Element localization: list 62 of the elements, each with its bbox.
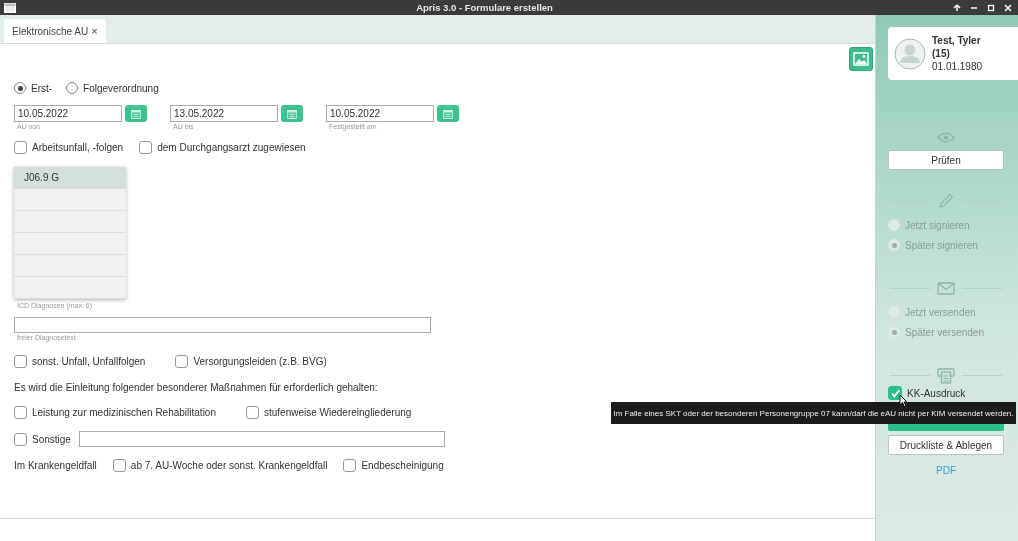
checkbox-label: sonst. Unfall, Unfallfolgen <box>32 356 146 367</box>
close-icon[interactable] <box>1004 3 1012 12</box>
print-list-button[interactable]: Druckliste & Ablegen <box>888 435 1004 455</box>
checkbox[interactable] <box>14 355 27 368</box>
checkbox[interactable] <box>246 406 259 419</box>
radio-label: Später signieren <box>905 239 978 251</box>
diagnosis-item[interactable]: J06.9 G <box>14 167 126 189</box>
checkbox[interactable] <box>888 386 902 400</box>
avatar-icon <box>894 37 926 70</box>
maximize-arrow-icon[interactable] <box>953 3 961 12</box>
check-button[interactable]: Prüfen <box>888 150 1004 170</box>
window-icon <box>4 2 16 13</box>
printer-icon <box>937 366 955 384</box>
calendar-button[interactable] <box>125 105 147 122</box>
date-field[interactable]: 10.05.2022 <box>14 105 122 122</box>
radio-label: Erst- <box>31 82 53 94</box>
date-field[interactable]: 10.05.2022 <box>326 105 434 122</box>
diagnosis-text-field[interactable] <box>14 317 431 333</box>
mouse-pointer-icon <box>899 394 908 408</box>
checkbox[interactable] <box>14 141 27 154</box>
checkbox-label: Endbescheinigung <box>361 460 444 471</box>
birth-date: 01.01.1980 <box>932 60 983 73</box>
checkbox-label: dem Durchgangsarzt zugewiesen <box>157 142 306 153</box>
image-button[interactable] <box>849 47 873 71</box>
checkbox[interactable] <box>112 459 126 472</box>
patient-name: Test, Tyler <box>932 34 982 47</box>
close-tab-icon[interactable]: × <box>91 25 98 37</box>
patient-number: (15) <box>932 47 951 60</box>
calendar-icon <box>287 108 297 119</box>
checkbox-label: stufenweise Wiedereingliederung <box>264 407 412 418</box>
checkbox[interactable] <box>139 141 153 154</box>
measures-text: Es wird die Einleitung folgender besonderer Maßnahmen für erforderlich gehalten: <box>14 382 378 393</box>
calendar-icon <box>443 108 453 119</box>
checkbox-label: Sonstige <box>32 433 71 445</box>
radio-label: Jetzt signieren <box>905 219 970 231</box>
radio-label: Jetzt versenden <box>905 306 976 318</box>
window-title: Apris 3.0 - Formulare erstellen <box>415 2 554 13</box>
tooltip: Im Falle eines SKT oder der besonderen Personengruppe 07 kann/darf die eAU nicht per KIM versendet werden. <box>611 402 1016 424</box>
checkbox-label: KK-Ausdruck <box>907 387 966 399</box>
radio-label: Folgeverordnung <box>83 82 159 94</box>
radio-button[interactable] <box>66 82 79 94</box>
text-field[interactable] <box>78 431 445 447</box>
eye-icon <box>937 131 955 143</box>
checkbox[interactable] <box>14 406 27 419</box>
calendar-button[interactable] <box>281 105 303 122</box>
radio-label: Später versenden <box>905 326 984 338</box>
checkbox[interactable] <box>175 355 189 368</box>
checkbox-label: Arbeitsunfall, -folgen <box>32 142 124 153</box>
section-label: Im Krankengeldfall <box>14 460 97 471</box>
tab[interactable]: Elektronische AU × <box>4 19 106 43</box>
radio-button[interactable] <box>14 82 26 94</box>
checkbox-label: ab 7. AU-Woche oder sonst. Krankengeldfall <box>130 460 328 471</box>
pencil-icon <box>938 193 954 209</box>
checkbox-label: Versorgungsleiden (z.B. BVG) <box>193 356 327 367</box>
date-field[interactable]: 13.05.2022 <box>170 105 278 122</box>
calendar-icon <box>131 108 141 119</box>
checkbox-label: Leistung zur medizinischen Rehabilitation <box>32 407 216 418</box>
calendar-button[interactable] <box>437 105 459 122</box>
checkbox[interactable] <box>343 459 357 472</box>
restore-icon[interactable] <box>987 3 995 12</box>
checkbox[interactable] <box>14 432 27 446</box>
envelope-icon <box>937 281 955 295</box>
